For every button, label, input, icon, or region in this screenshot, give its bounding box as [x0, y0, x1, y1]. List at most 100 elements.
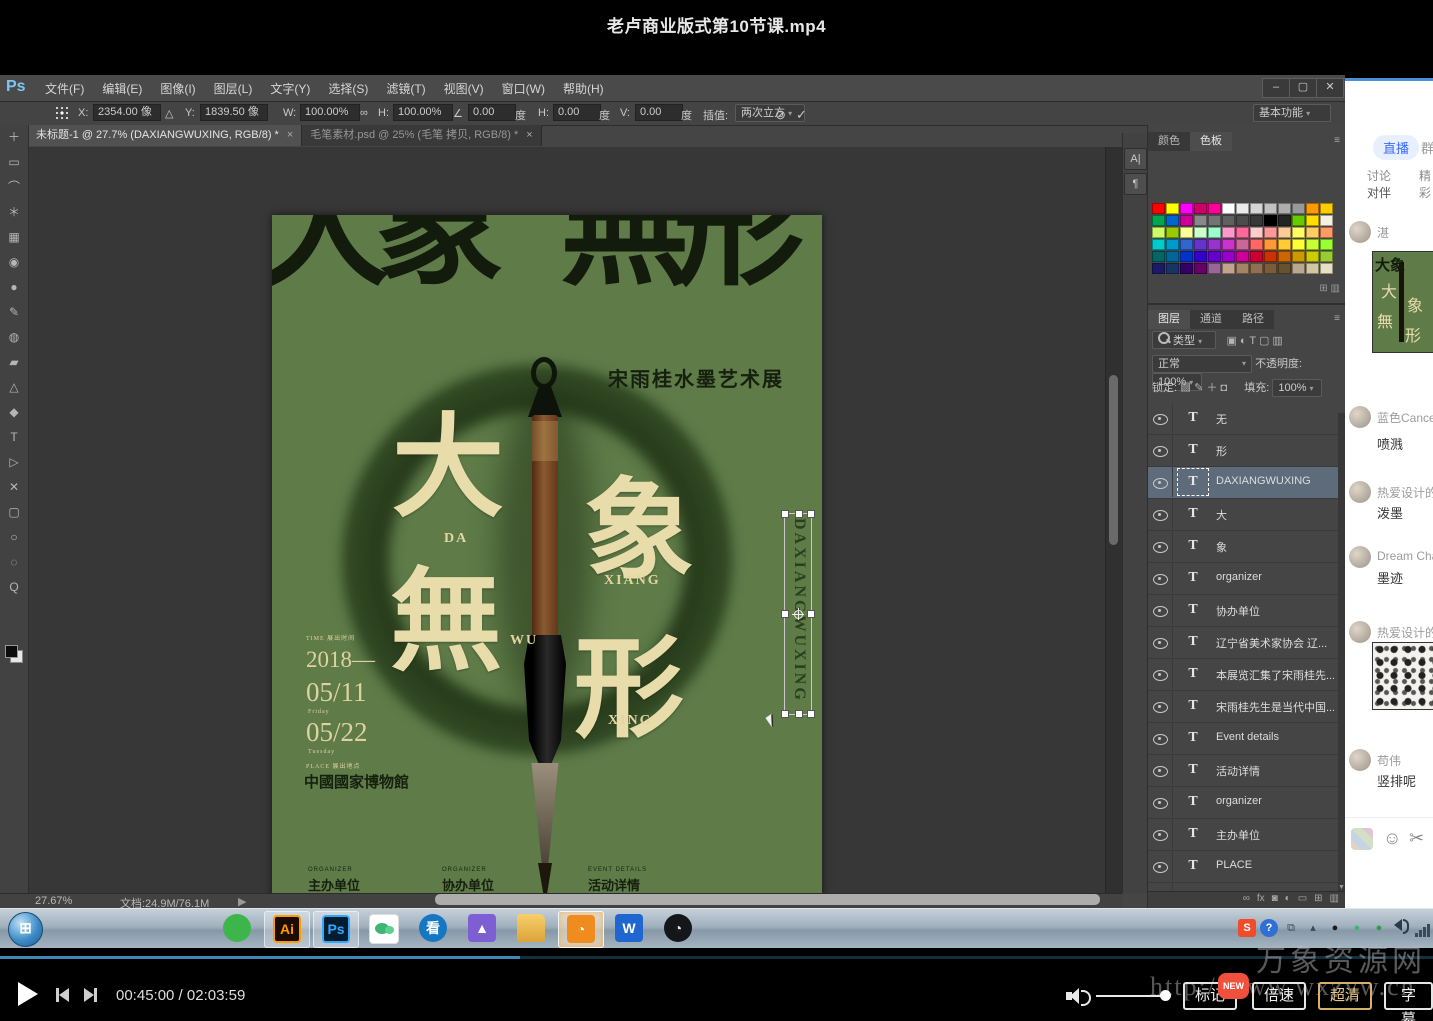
eye-icon[interactable] — [1153, 574, 1168, 585]
scissors-icon[interactable]: ✂ — [1409, 828, 1424, 849]
swatch[interactable] — [1194, 203, 1207, 214]
swatch[interactable] — [1250, 251, 1263, 262]
swatch[interactable] — [1306, 239, 1319, 250]
tray-network[interactable] — [1414, 919, 1432, 937]
visibility-toggle[interactable] — [1148, 531, 1173, 561]
swatch[interactable] — [1222, 239, 1235, 250]
menu-图层[interactable]: 图层(L) — [205, 75, 262, 102]
minimize-button[interactable]: – — [1262, 78, 1290, 98]
swatch[interactable] — [1292, 239, 1305, 250]
filter-type-dropdown[interactable]: 类型 ▾ — [1152, 331, 1216, 349]
transform-handle[interactable] — [807, 610, 815, 618]
canvas-area[interactable]: 大象 無形 宋雨桂水墨艺术展 大 DA 象 XIANG 無 WU 形 X — [29, 147, 1105, 893]
delta-icon[interactable]: △ — [165, 107, 173, 120]
visibility-toggle[interactable] — [1148, 627, 1173, 657]
layer-row-11[interactable]: T活动详情 — [1148, 755, 1339, 787]
group-icon[interactable]: ▭ — [1298, 893, 1307, 904]
swatch[interactable] — [1208, 203, 1221, 214]
swatch[interactable] — [1194, 251, 1207, 262]
taskbar-app-image-viewer[interactable]: 看 — [411, 911, 455, 946]
transform-handle[interactable] — [807, 510, 815, 518]
visibility-toggle[interactable] — [1148, 691, 1173, 721]
document-tab-2[interactable]: 毛笔素材.psd @ 25% (毛笔 拷贝, RGB/8) *× — [302, 125, 541, 146]
swatch[interactable] — [1292, 263, 1305, 274]
swatch[interactable] — [1250, 215, 1263, 226]
swatch[interactable] — [1180, 203, 1193, 214]
layer-row-6[interactable]: T协办单位 — [1148, 595, 1339, 627]
volume-slider[interactable] — [1096, 995, 1168, 997]
tool-0[interactable]: ＋ — [0, 125, 28, 150]
visibility-toggle[interactable] — [1148, 851, 1173, 881]
swatch[interactable] — [1166, 239, 1179, 250]
visibility-toggle[interactable] — [1148, 595, 1173, 625]
tool-4[interactable]: ▦ — [0, 225, 28, 250]
visibility-toggle[interactable] — [1148, 563, 1173, 593]
tab-close-icon[interactable]: × — [287, 129, 293, 141]
eye-icon[interactable] — [1153, 670, 1168, 681]
tool-11[interactable]: ◆ — [0, 400, 28, 425]
swatch[interactable] — [1306, 203, 1319, 214]
tray-wechat-tray[interactable]: ● — [1348, 919, 1366, 937]
swatch[interactable] — [1306, 215, 1319, 226]
swatch[interactable] — [1250, 239, 1263, 250]
swatch[interactable] — [1166, 203, 1179, 214]
layer-row-13[interactable]: T主办单位 — [1148, 819, 1339, 851]
blend-mode-dropdown[interactable]: 正常 ▾ — [1152, 355, 1252, 373]
swatch[interactable] — [1152, 203, 1165, 214]
eye-icon[interactable] — [1153, 446, 1168, 457]
visibility-toggle[interactable] — [1148, 659, 1173, 689]
link-layers-icon[interactable]: ∞ — [1243, 893, 1250, 904]
next-button[interactable] — [84, 988, 97, 1007]
layer-row-9[interactable]: T宋雨桂先生是当代中国... — [1148, 691, 1339, 723]
tool-6[interactable]: ● — [0, 275, 28, 300]
swatch[interactable] — [1180, 239, 1193, 250]
swatch[interactable] — [1292, 215, 1305, 226]
close-button[interactable]: ✕ — [1316, 78, 1344, 98]
menu-文件[interactable]: 文件(F) — [36, 75, 93, 102]
tool-15[interactable]: ▢ — [0, 500, 28, 525]
swatch[interactable] — [1320, 227, 1333, 238]
menu-选择[interactable]: 选择(S) — [319, 75, 377, 102]
swatch[interactable] — [1166, 227, 1179, 238]
tab-swatches[interactable]: 色板 — [1190, 132, 1232, 151]
visibility-toggle[interactable] — [1148, 787, 1173, 817]
taskbar-app-wechat[interactable] — [362, 911, 406, 946]
swatch[interactable] — [1278, 263, 1291, 274]
tab-close-icon[interactable]: × — [526, 129, 532, 141]
zoom-level[interactable]: 27.67% — [35, 895, 72, 907]
filter-highlight[interactable]: 精彩 — [1419, 167, 1433, 201]
swatch[interactable] — [1166, 215, 1179, 226]
seek-bar[interactable] — [0, 956, 1433, 959]
prev-button[interactable] — [56, 988, 69, 1007]
swatch[interactable] — [1278, 227, 1291, 238]
swatch[interactable] — [1208, 263, 1221, 274]
tab-color[interactable]: 颜色 — [1148, 132, 1190, 151]
tray-window-switch[interactable]: ⧉ — [1282, 919, 1300, 937]
swatch[interactable] — [1236, 215, 1249, 226]
menu-视图[interactable]: 视图(V) — [435, 75, 493, 102]
smiley-icon[interactable]: ☺ — [1383, 828, 1401, 849]
new-swatch-icon[interactable]: ⊞ — [1319, 283, 1327, 294]
volume-knob[interactable] — [1160, 990, 1171, 1001]
visibility-toggle[interactable] — [1148, 723, 1173, 753]
layer-row-2[interactable]: TDAXIANGWUXING — [1148, 467, 1339, 499]
eye-icon[interactable] — [1153, 606, 1168, 617]
swatch[interactable] — [1278, 239, 1291, 250]
link-icon[interactable]: ∞ — [360, 107, 368, 119]
transform-handle[interactable] — [781, 610, 789, 618]
tool-18[interactable]: Q — [0, 575, 28, 600]
eye-icon[interactable] — [1153, 734, 1168, 745]
tab-channels[interactable]: 通道 — [1190, 310, 1232, 329]
swatch[interactable] — [1278, 215, 1291, 226]
swatch[interactable] — [1222, 263, 1235, 274]
swatch[interactable] — [1194, 263, 1207, 274]
swatch[interactable] — [1222, 227, 1235, 238]
swatch[interactable] — [1152, 263, 1165, 274]
subtitle-button[interactable]: 字幕 — [1384, 982, 1433, 1010]
tab-layers[interactable]: 图层 — [1148, 310, 1190, 329]
tool-7[interactable]: ✎ — [0, 300, 28, 325]
visibility-toggle[interactable] — [1148, 499, 1173, 529]
tab-paths[interactable]: 路径 — [1232, 310, 1274, 329]
play-button[interactable] — [18, 982, 38, 1006]
swatch[interactable] — [1278, 251, 1291, 262]
